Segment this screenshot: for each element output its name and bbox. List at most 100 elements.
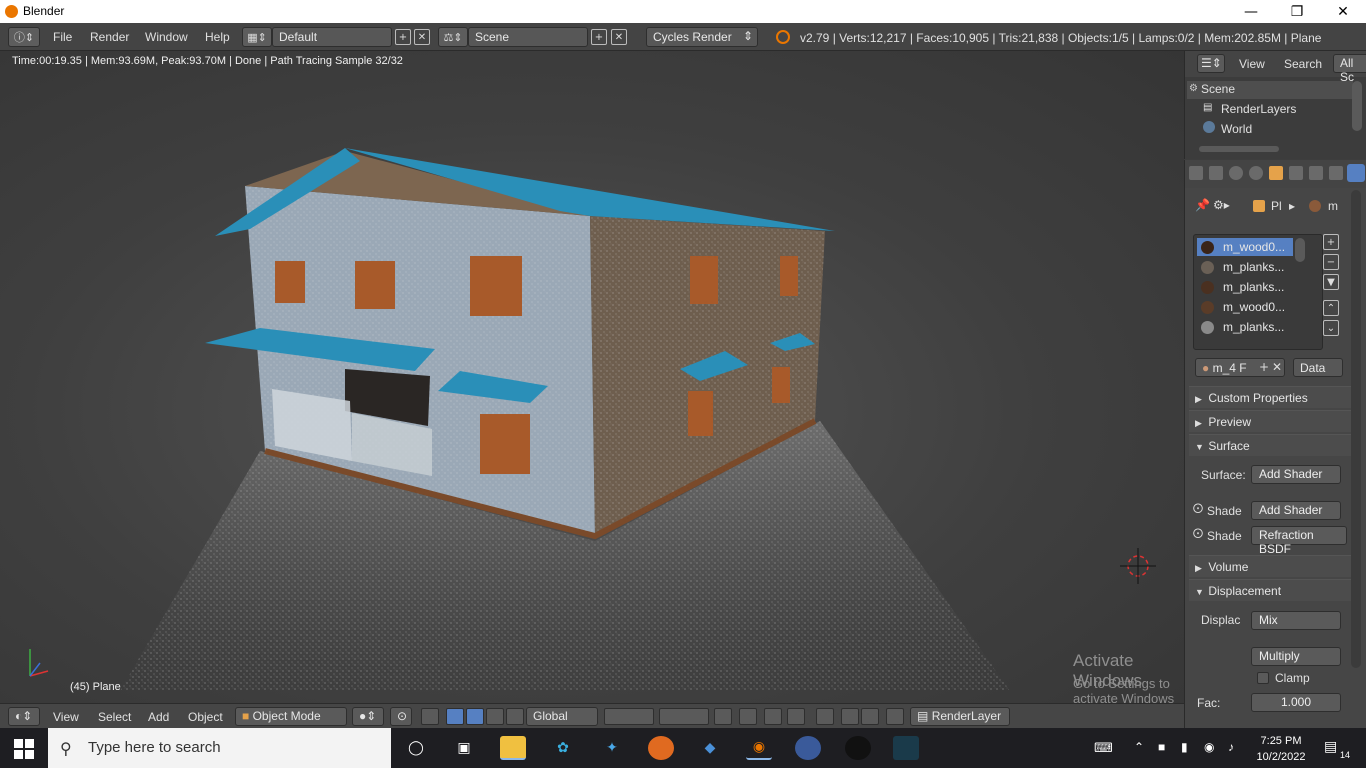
object-tab-icon[interactable] xyxy=(1269,166,1283,180)
render-tab-icon[interactable] xyxy=(1189,166,1203,180)
app-terminal-icon[interactable] xyxy=(893,736,919,760)
surface-shader-button[interactable]: Add Shader xyxy=(1251,465,1341,484)
properties-scrollbar[interactable] xyxy=(1351,190,1361,668)
screen-layout-field[interactable]: Default xyxy=(272,27,392,47)
camera-icon[interactable]: ■ xyxy=(1158,740,1165,754)
file-explorer-icon[interactable] xyxy=(500,736,526,760)
unlink-material-icon[interactable]: ✕ xyxy=(1272,360,1282,374)
add-scene-icon[interactable]: + xyxy=(591,29,607,45)
chevron-up-icon[interactable]: ⌃ xyxy=(1134,740,1144,754)
taskbar-search-box[interactable]: Type here to search xyxy=(48,728,391,768)
battery-icon[interactable]: ▮ xyxy=(1181,740,1188,754)
render-engine-dropdown[interactable]: Cycles Render ⇕ xyxy=(646,27,758,47)
outliner-menu-search[interactable]: Search xyxy=(1284,57,1322,71)
remove-scene-icon[interactable]: ✕ xyxy=(611,29,627,45)
screen-layout-icon[interactable]: ▦⇕ xyxy=(242,27,272,47)
viewport-shading-dropdown[interactable]: ●⇕ xyxy=(352,707,384,726)
menu-help[interactable]: Help xyxy=(205,30,230,44)
material-slot[interactable]: m_planks... xyxy=(1197,318,1293,336)
menu-render[interactable]: Render xyxy=(90,30,129,44)
translate-manipulator-icon[interactable] xyxy=(446,708,464,725)
editor-type-3d-icon[interactable]: ◐⇕ xyxy=(8,707,40,726)
scene-icon[interactable]: ⚖⇕ xyxy=(438,27,468,47)
material-slot[interactable]: m_wood0... xyxy=(1197,238,1293,256)
panel-custom-properties[interactable]: ▶ Custom Properties xyxy=(1189,386,1354,408)
keyboard-icon[interactable]: ⌨ xyxy=(1094,740,1113,756)
proportional-edit-icon[interactable] xyxy=(739,708,757,725)
blender-taskbar-icon[interactable]: ◉ xyxy=(746,736,772,760)
panel-volume[interactable]: ▶ Volume xyxy=(1189,555,1354,577)
snap-target-icon[interactable] xyxy=(816,708,834,725)
manipulator-toggle-icon[interactable] xyxy=(421,708,439,725)
outliner-editor-type-icon[interactable]: ☰⇕ xyxy=(1197,54,1225,73)
link-dropdown[interactable]: Data xyxy=(1293,358,1343,377)
editor-type-info-icon[interactable]: ⓘ⇕ xyxy=(8,27,40,47)
layers-grid-icon[interactable] xyxy=(604,708,654,725)
proportional-falloff-icon[interactable] xyxy=(764,708,782,725)
fac-slider[interactable]: 1.000 xyxy=(1251,693,1341,712)
material-slot[interactable]: m_planks... xyxy=(1197,258,1293,276)
slot-specials-icon[interactable]: ▼ xyxy=(1323,274,1339,290)
scene-field[interactable]: Scene xyxy=(468,27,588,47)
outliner-menu-view[interactable]: View xyxy=(1239,57,1265,71)
constraints-tab-icon[interactable] xyxy=(1289,166,1303,180)
panel-preview[interactable]: ▶ Preview xyxy=(1189,410,1354,432)
remove-slot-icon[interactable]: − xyxy=(1323,254,1339,270)
render-layers-tab-icon[interactable] xyxy=(1209,166,1223,180)
pause-render-icon[interactable] xyxy=(886,708,904,725)
rotate-manipulator-icon[interactable] xyxy=(466,708,484,725)
menu-add[interactable]: Add xyxy=(148,710,169,724)
clock-time[interactable]: 7:25 PM xyxy=(1253,735,1309,747)
render-animation-icon[interactable] xyxy=(861,708,879,725)
modifiers-tab-icon[interactable] xyxy=(1309,166,1323,180)
menu-select[interactable]: Select xyxy=(98,710,131,724)
slot-list-scrollbar[interactable] xyxy=(1295,238,1305,262)
displacement-dropdown[interactable]: Mix xyxy=(1251,611,1341,630)
panel-displacement[interactable]: ▼ Displacement xyxy=(1189,579,1354,601)
outliner-item-world[interactable]: World xyxy=(1221,122,1252,136)
data-tab-icon[interactable] xyxy=(1329,166,1343,180)
move-slot-up-icon[interactable]: ⌃ xyxy=(1323,300,1339,316)
snap-icon[interactable] xyxy=(787,708,805,725)
menu-window[interactable]: Window xyxy=(145,30,188,44)
move-slot-down-icon[interactable]: ⌄ xyxy=(1323,320,1339,336)
shader-input-1[interactable]: Add Shader xyxy=(1251,501,1341,520)
network-icon[interactable]: ◉ xyxy=(1204,740,1214,754)
render-image-icon[interactable] xyxy=(841,708,859,725)
maximize-icon[interactable]: ❐ xyxy=(1274,0,1320,23)
layers-grid-icon[interactable] xyxy=(659,708,709,725)
outliner-filter-dropdown[interactable]: All Sc xyxy=(1333,54,1366,84)
app-dolphin-icon[interactable]: ✿ xyxy=(550,736,576,760)
menu-view[interactable]: View xyxy=(53,710,79,724)
outliner-scrollbar[interactable] xyxy=(1352,81,1362,131)
material-slot[interactable]: m_planks... xyxy=(1197,278,1293,296)
unreal-engine-icon[interactable] xyxy=(845,736,871,760)
scale-manipulator-icon[interactable] xyxy=(486,708,504,725)
world-tab-icon[interactable] xyxy=(1249,166,1263,180)
add-slot-icon[interactable]: + xyxy=(1323,234,1339,250)
volume-icon[interactable]: ♪ xyxy=(1228,740,1234,754)
outliner-item-renderlayers[interactable]: RenderLayers xyxy=(1221,102,1296,116)
new-material-icon[interactable]: + xyxy=(1259,360,1269,374)
firefox-icon[interactable] xyxy=(648,736,674,760)
outliner-item-scene[interactable]: Scene xyxy=(1201,82,1235,96)
minimize-icon[interactable]: — xyxy=(1228,0,1274,23)
windows-start-icon[interactable] xyxy=(14,739,34,759)
panel-surface[interactable]: ▼ Surface xyxy=(1189,434,1354,456)
clamp-checkbox[interactable] xyxy=(1257,672,1269,684)
pivot-icon[interactable]: ⊙ xyxy=(390,707,412,726)
blend-mode-dropdown[interactable]: Multiply xyxy=(1251,647,1341,666)
remove-layout-icon[interactable]: ✕ xyxy=(414,29,430,45)
material-slot[interactable]: m_wood0... xyxy=(1197,298,1293,316)
scene-tab-icon[interactable] xyxy=(1229,166,1243,180)
lock-layers-icon[interactable] xyxy=(714,708,732,725)
outliner-horizontal-scrollbar[interactable] xyxy=(1199,146,1279,152)
app-media-icon[interactable] xyxy=(795,736,821,760)
app-settings-icon[interactable]: ✦ xyxy=(599,736,625,760)
render-layer-dropdown[interactable]: ▤ RenderLayer xyxy=(910,707,1010,726)
cortana-icon[interactable]: ◯ xyxy=(403,736,429,760)
menu-file[interactable]: File xyxy=(53,30,72,44)
mode-dropdown[interactable]: ■ Object Mode xyxy=(235,707,347,726)
transform-orientation-dropdown[interactable]: Global xyxy=(526,707,598,726)
custom-manipulator-icon[interactable] xyxy=(506,708,524,725)
